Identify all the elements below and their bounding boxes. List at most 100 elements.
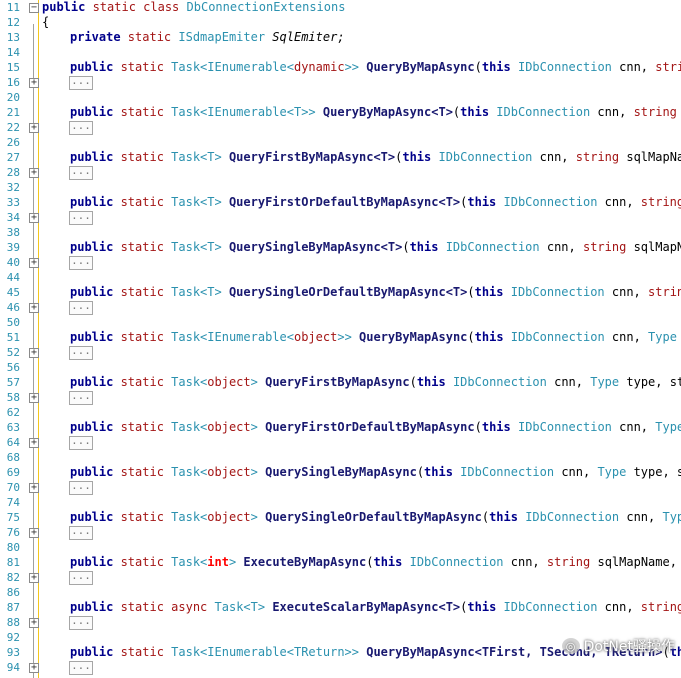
type-name: Type bbox=[590, 375, 620, 389]
collapsed-region[interactable]: ... bbox=[69, 345, 93, 360]
line-number: 45 bbox=[6, 286, 20, 299]
code-text: private static ISdmapEmiter SqlEmiter; bbox=[42, 30, 345, 45]
code-text: public static Task<T> QuerySingleByMapAs… bbox=[42, 240, 681, 255]
collapsed-region[interactable]: ... bbox=[69, 255, 93, 270]
fold-expand-icon[interactable]: + bbox=[29, 78, 39, 88]
code-line: 15 public static Task<IEnumerable<dynamic… bbox=[0, 60, 681, 75]
method-name: ExecuteScalarByMapAsync<T> bbox=[272, 600, 461, 614]
param: sqlMapName, bbox=[626, 150, 681, 164]
keyword: object bbox=[207, 375, 251, 389]
method-name: QuerySingleByMapAsync<T> bbox=[228, 240, 403, 254]
fold-expand-icon[interactable]: + bbox=[29, 393, 39, 403]
return-type: Task< bbox=[171, 420, 208, 434]
line-number: 50 bbox=[6, 316, 20, 329]
code-line: 80 bbox=[0, 540, 681, 555]
collapsed-region[interactable]: ... bbox=[69, 525, 93, 540]
type-name: Type bbox=[655, 420, 681, 434]
fold-expand-icon[interactable]: + bbox=[29, 348, 39, 358]
param: cnn, bbox=[619, 510, 663, 524]
fold-expand-icon[interactable]: + bbox=[29, 438, 39, 448]
fold-expand-icon[interactable]: + bbox=[29, 573, 39, 583]
field-name: SqlEmiter; bbox=[272, 30, 345, 44]
keyword: static bbox=[120, 420, 172, 434]
fold-expand-icon[interactable]: + bbox=[29, 528, 39, 538]
method-name: ExecuteByMapAsync bbox=[243, 555, 367, 569]
keyword: public bbox=[70, 60, 121, 74]
fold-expand-icon[interactable]: + bbox=[29, 123, 39, 133]
line-number: 38 bbox=[6, 226, 20, 239]
fold-collapse-icon[interactable]: − bbox=[29, 3, 39, 13]
return-type: Task< bbox=[171, 465, 208, 479]
param: cnn, bbox=[604, 330, 649, 344]
code-text: public static Task<object> QuerySingleOr… bbox=[42, 510, 681, 525]
fold-expand-icon[interactable]: + bbox=[29, 303, 39, 313]
code-line: 58 +... bbox=[0, 390, 681, 405]
type-name: IDbConnection bbox=[438, 150, 533, 164]
return-type: > bbox=[250, 510, 266, 524]
line-number: 58 bbox=[6, 391, 20, 404]
code-line: 44 bbox=[0, 270, 681, 285]
collapsed-region[interactable]: ... bbox=[69, 660, 93, 675]
code-line: 14 bbox=[0, 45, 681, 60]
fold-expand-icon[interactable]: + bbox=[29, 258, 39, 268]
type-name: Type bbox=[662, 510, 681, 524]
collapsed-region[interactable]: ... bbox=[69, 435, 93, 450]
fold-expand-icon[interactable]: + bbox=[29, 618, 39, 628]
param: cnn, bbox=[532, 150, 576, 164]
type-name: string bbox=[648, 285, 681, 299]
param: cnn, bbox=[539, 240, 583, 254]
line-number: 86 bbox=[6, 586, 20, 599]
return-type: Task<IEnumerable< bbox=[171, 330, 294, 344]
collapsed-region[interactable]: ... bbox=[69, 75, 93, 90]
line-number: 76 bbox=[6, 526, 20, 539]
keyword: static bbox=[120, 195, 172, 209]
collapsed-region[interactable]: ... bbox=[69, 165, 93, 180]
code-line: 34 +... bbox=[0, 210, 681, 225]
collapsed-region[interactable]: ... bbox=[69, 390, 93, 405]
keyword: this bbox=[424, 465, 461, 479]
code-line: 33 public static Task<T> QueryFirstOrDefa… bbox=[0, 195, 681, 210]
code-editor[interactable]: 11− public static class DbConnectionExten… bbox=[0, 0, 681, 678]
return-type: Task<IEnumerable< bbox=[171, 60, 294, 74]
fold-expand-icon[interactable]: + bbox=[29, 168, 39, 178]
code-line: 64 +... bbox=[0, 435, 681, 450]
wechat-icon: ◎ bbox=[561, 638, 580, 654]
fold-expand-icon[interactable]: + bbox=[29, 483, 39, 493]
line-number: 69 bbox=[6, 466, 20, 479]
return-type: >> bbox=[337, 330, 360, 344]
keyword: public bbox=[42, 0, 93, 14]
type-name: IDbConnection bbox=[517, 60, 612, 74]
keyword: public bbox=[70, 420, 121, 434]
collapsed-region[interactable]: ... bbox=[69, 300, 93, 315]
keyword: public bbox=[70, 555, 121, 569]
param: cnn, bbox=[597, 600, 641, 614]
return-type: > bbox=[250, 465, 266, 479]
line-number: 12 bbox=[6, 16, 20, 29]
fold-expand-icon[interactable]: + bbox=[29, 663, 39, 673]
watermark-text: DotNet骚操作 bbox=[583, 639, 675, 655]
paren: ( bbox=[474, 60, 482, 74]
code-line: 11− public static class DbConnectionExten… bbox=[0, 0, 681, 15]
collapsed-region[interactable]: ... bbox=[69, 120, 93, 135]
type-name: IDbConnection bbox=[503, 600, 598, 614]
param: type, strin bbox=[626, 375, 681, 389]
fold-expand-icon[interactable]: + bbox=[29, 213, 39, 223]
keyword: static bbox=[120, 555, 172, 569]
line-number: 39 bbox=[6, 241, 20, 254]
keyword: this bbox=[402, 150, 439, 164]
brace: { bbox=[42, 15, 50, 29]
line-number: 11 bbox=[6, 1, 20, 14]
return-type: Task<IEnumerable<T>> bbox=[171, 105, 323, 119]
line-number: 16 bbox=[6, 76, 20, 89]
keyword: static bbox=[120, 645, 172, 659]
return-type: Task<T> bbox=[214, 600, 273, 614]
collapsed-region[interactable]: ... bbox=[69, 615, 93, 630]
collapsed-region[interactable]: ... bbox=[69, 210, 93, 225]
collapsed-region[interactable]: ... bbox=[69, 570, 93, 585]
type-name: IDbConnection bbox=[496, 105, 591, 119]
keyword: this bbox=[409, 240, 446, 254]
collapsed-region[interactable]: ... bbox=[69, 480, 93, 495]
code-text: public static Task<IEnumerable<object>> … bbox=[42, 330, 681, 345]
return-type: >> bbox=[344, 60, 367, 74]
return-type: Task< bbox=[171, 510, 208, 524]
